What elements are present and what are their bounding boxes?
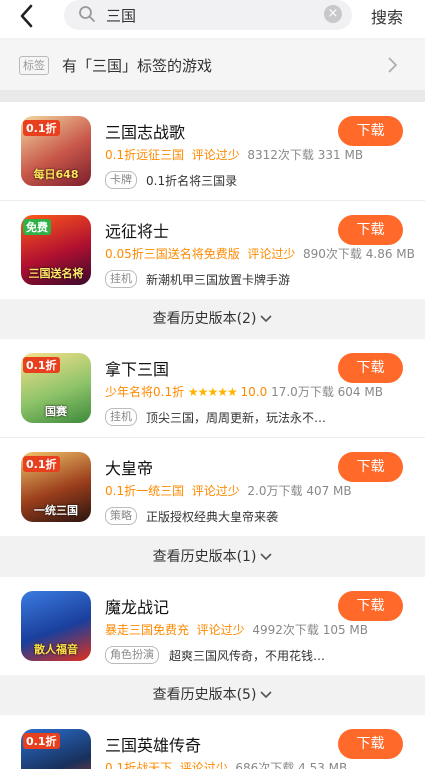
game-list-item[interactable]: 0.1折 国赛 拿下三国 少年名将0.1折 ★★★★★ 10.0 17.0万下载… [0,339,425,437]
download-button[interactable]: 下载 [338,353,403,383]
game-icon: 免费 三国送名将 [21,215,91,285]
game-list-item[interactable]: 0.1折 每日648 三国志战歌 0.1折远征三国 评论过少 8312次下载 3… [0,102,425,200]
game-description: 超爽三国风传奇，不用花钱… [169,649,326,663]
category-chip: 策略 [105,507,137,525]
history-versions-link[interactable]: 查看历史版本(5) [0,675,425,715]
game-list-item[interactable]: 免费 三国送名将 远征将士 0.05折三国送名将免费版 评论过少 890次下载 … [0,201,425,299]
download-button[interactable]: 下载 [338,452,403,482]
clear-icon[interactable]: × [324,5,342,23]
game-name: 拿下三国 [105,360,170,379]
game-meta: 0.1折战天下 评论过少 686次下载 4.53 MB [105,761,348,769]
game-list-item[interactable]: 散人福音 魔龙战记 暴走三国免费充 评论过少 4992次下载 105 MB 角色… [0,577,425,675]
download-button[interactable]: 下载 [338,591,403,621]
game-icon: 0.1折 一统三国 [21,452,91,522]
history-versions-link[interactable]: 查看历史版本(2) [0,299,425,339]
search-button[interactable]: 搜索 [371,4,403,28]
history-versions-link[interactable]: 查看历史版本(1) [0,537,425,577]
category-chip: 卡牌 [105,171,137,189]
game-meta: 少年名将0.1折 ★★★★★ 10.0 17.0万下载 604 MB [105,385,383,399]
game-description: 新潮机甲三国放置卡牌手游 [146,273,291,287]
search-icon [78,5,96,27]
download-button[interactable]: 下载 [338,729,403,759]
game-icon: 0.1折 [21,729,91,769]
game-name: 魔龙战记 [105,598,170,617]
game-icon: 0.1折 每日648 [21,116,91,186]
game-name: 大皇帝 [105,459,154,478]
rating-stars: ★★★★★ [187,385,238,399]
chevron-down-icon [260,553,272,561]
game-description: 顶尖三国，周周更新，玩法永不… [146,411,327,425]
chevron-right-icon [386,56,398,78]
game-meta: 0.1折一统三国 评论过少 2.0万下载 407 MB [105,484,352,498]
category-chip: 挂机 [105,270,137,288]
download-button[interactable]: 下载 [338,116,403,146]
search-input[interactable]: 三国 × [64,0,352,30]
game-meta: 0.1折远征三国 评论过少 8312次下载 331 MB [105,148,364,162]
game-icon: 散人福音 [21,591,91,661]
game-description: 0.1折名将三国录 [146,174,238,188]
divider [0,90,425,102]
chevron-down-icon [260,315,272,323]
game-name: 三国英雄传奇 [105,736,202,755]
game-name: 远征将士 [105,222,170,241]
tag-label: 标签 [19,56,49,75]
category-chip: 角色扮演 [105,646,159,664]
game-meta: 暴走三国免费充 评论过少 4992次下载 105 MB [105,623,368,637]
game-icon: 0.1折 国赛 [21,353,91,423]
download-button[interactable]: 下载 [338,215,403,245]
back-arrow-icon[interactable] [14,2,42,30]
game-list-item[interactable]: 0.1折 三国英雄传奇 0.1折战天下 评论过少 686次下载 4.53 MB … [0,715,425,769]
tag-row-text: 有「三国」标签的游戏 [62,57,213,75]
game-description: 正版授权经典大皇帝来袭 [146,510,279,524]
search-query[interactable]: 三国 [106,5,136,26]
game-list-item[interactable]: 0.1折 一统三国 大皇帝 0.1折一统三国 评论过少 2.0万下载 407 M… [0,438,425,536]
tag-row[interactable]: 标签 有「三国」标签的游戏 [0,40,425,90]
chevron-down-icon [260,691,272,699]
top-bar: 三国 × 搜索 [0,0,425,38]
game-meta: 0.05折三国送名将免费版 评论过少 890次下载 4.86 MB [105,247,415,261]
game-name: 三国志战歌 [105,123,186,142]
category-chip: 挂机 [105,408,137,426]
